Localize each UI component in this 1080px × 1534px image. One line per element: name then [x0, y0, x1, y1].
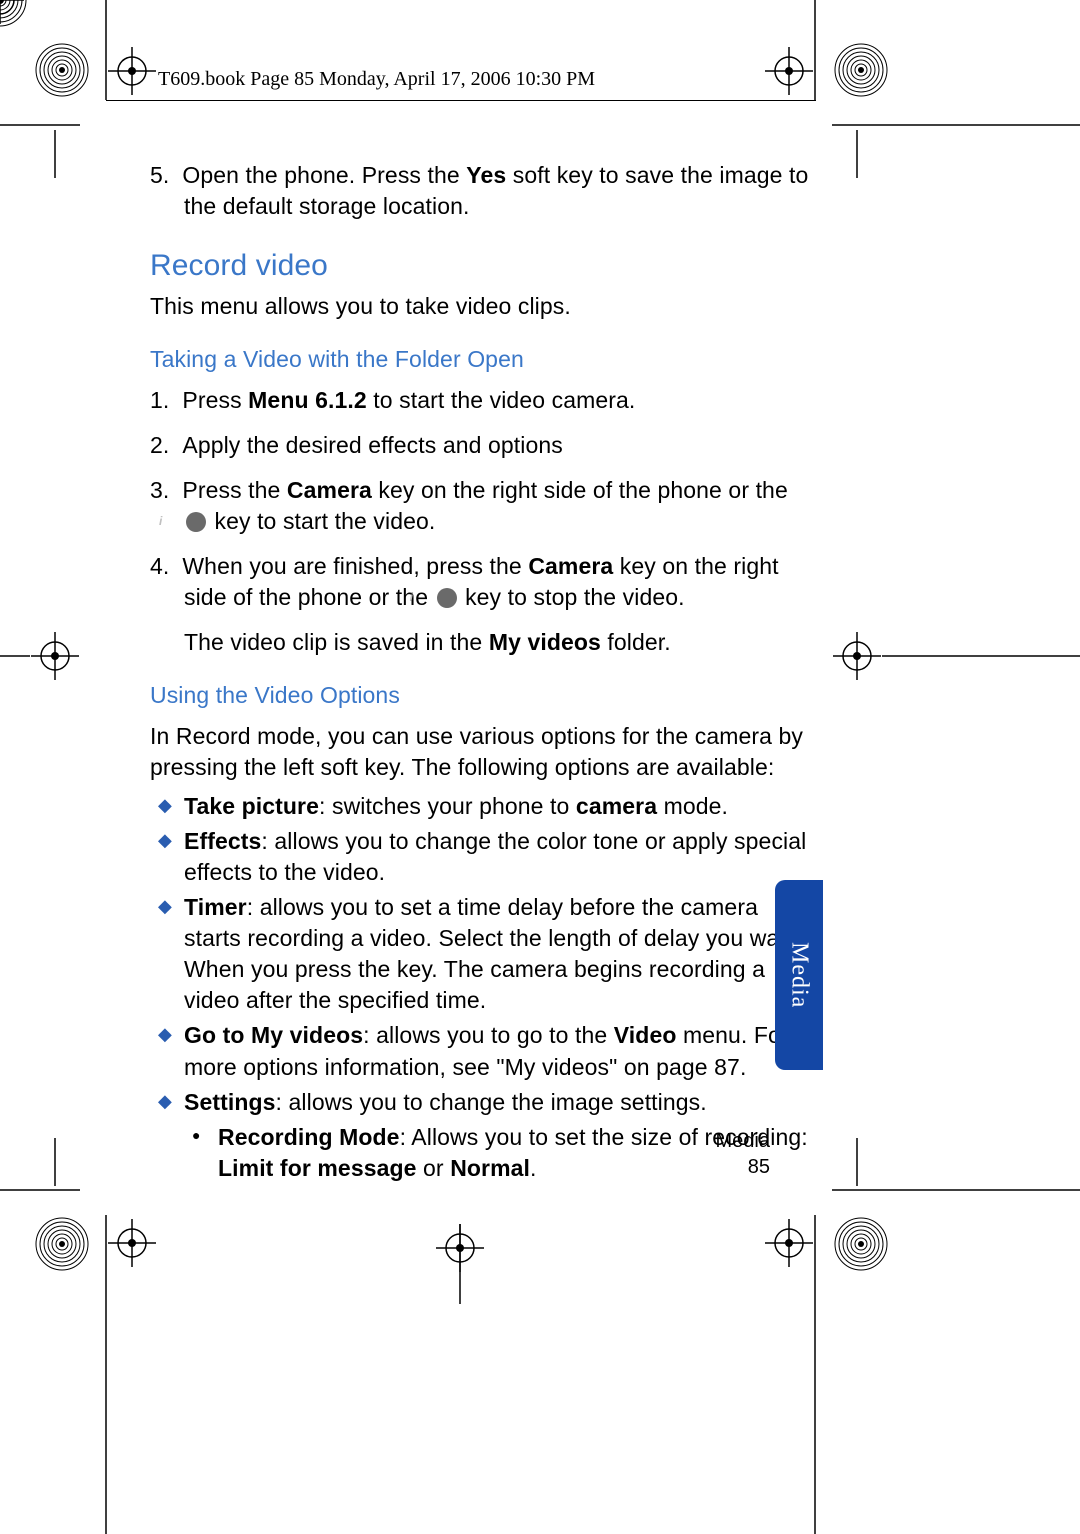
heading-record-video: Record video: [150, 246, 815, 287]
body-text: 5. Open the phone. Press the Yes soft ke…: [150, 160, 815, 1188]
list-item: Effects: allows you to change the color …: [150, 826, 815, 888]
step-5: 5. Open the phone. Press the Yes soft ke…: [184, 160, 815, 222]
record-video-intro: This menu allows you to take video clips…: [150, 291, 815, 322]
page-footer: Media 85: [716, 1128, 770, 1180]
center-key-icon: [186, 512, 206, 532]
list-number: 5.: [150, 162, 169, 188]
section-tab-media: Media: [775, 880, 823, 1070]
footer-page-number: 85: [716, 1154, 770, 1180]
center-key-icon: [437, 588, 457, 608]
list-item: 3. Press the Camera key on the right sid…: [184, 475, 815, 537]
footer-section: Media: [716, 1128, 770, 1154]
list-item: 2. Apply the desired effects and options: [184, 430, 815, 461]
video-saved-note: The video clip is saved in the My videos…: [184, 627, 815, 658]
video-options-intro: In Record mode, you can use various opti…: [150, 721, 815, 783]
list-item: Timer: allows you to set a time delay be…: [150, 892, 815, 1016]
header-rule: [106, 100, 816, 101]
running-head: T609.book Page 85 Monday, April 17, 2006…: [158, 68, 595, 91]
heading-taking-video: Taking a Video with the Folder Open: [150, 344, 815, 375]
video-options-list: Take picture: switches your phone to cam…: [150, 791, 815, 1184]
section-tab-label: Media: [786, 942, 813, 1008]
list-item: Take picture: switches your phone to cam…: [150, 791, 815, 822]
heading-video-options: Using the Video Options: [150, 680, 815, 711]
taking-video-steps: 1. Press Menu 6.1.2 to start the video c…: [150, 385, 815, 613]
list-item: Go to My videos: allows you to go to the…: [150, 1020, 815, 1082]
list-item: 1. Press Menu 6.1.2 to start the video c…: [184, 385, 815, 416]
list-item: 4. When you are finished, press the Came…: [184, 551, 815, 613]
